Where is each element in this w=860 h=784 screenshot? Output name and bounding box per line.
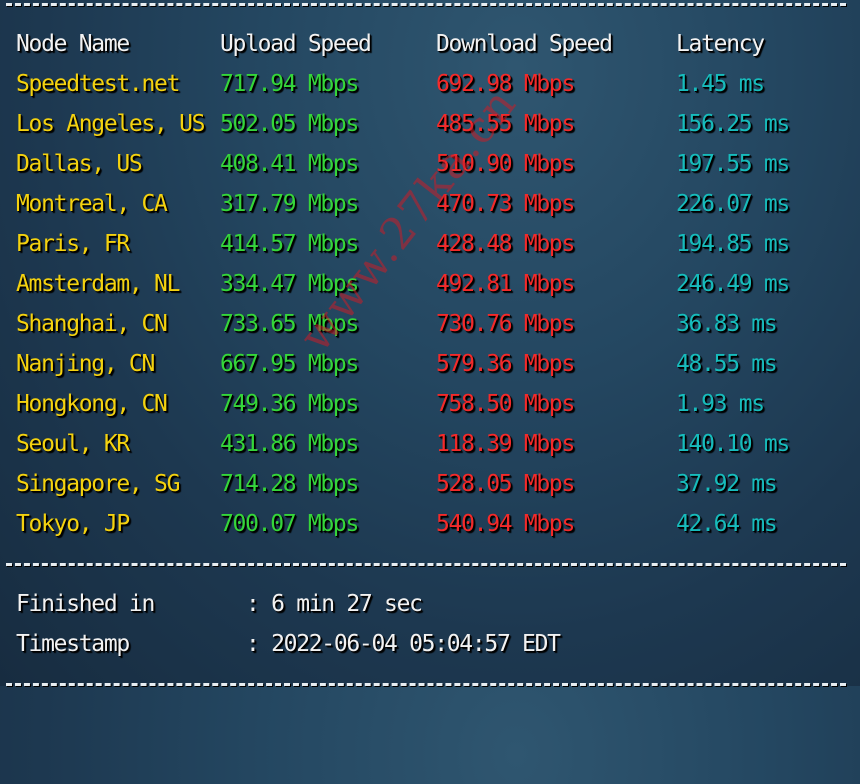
- upload-speed: 714.28 Mbps: [220, 471, 359, 497]
- latency: 42.64 ms: [676, 511, 778, 537]
- latency: 194.85 ms: [676, 231, 790, 257]
- node-name: Tokyo, JP: [16, 511, 130, 537]
- download-speed: 510.90 Mbps: [436, 151, 575, 177]
- timestamp-label: Timestamp: [16, 631, 130, 657]
- upload-speed: 717.94 Mbps: [220, 71, 359, 97]
- node-name: Hongkong, CN: [16, 391, 168, 417]
- download-speed: 118.39 Mbps: [436, 431, 575, 457]
- upload-speed: 408.41 Mbps: [220, 151, 359, 177]
- upload-speed: 733.65 Mbps: [220, 311, 359, 337]
- separator-top: [6, 3, 846, 6]
- node-name: Montreal, CA: [16, 191, 168, 217]
- download-speed: 730.76 Mbps: [436, 311, 575, 337]
- latency: 36.83 ms: [676, 311, 778, 337]
- separator-middle: [6, 563, 846, 566]
- finished-value: : 6 min 27 sec: [246, 591, 423, 617]
- upload-speed: 414.57 Mbps: [220, 231, 359, 257]
- download-speed: 470.73 Mbps: [436, 191, 575, 217]
- node-name: Nanjing, CN: [16, 351, 155, 377]
- latency: 140.10 ms: [676, 431, 790, 457]
- node-name: Seoul, KR: [16, 431, 130, 457]
- latency: 226.07 ms: [676, 191, 790, 217]
- upload-speed: 334.47 Mbps: [220, 271, 359, 297]
- node-name: Speedtest.net: [16, 71, 180, 97]
- terminal-output: Node Name Upload Speed Download Speed La…: [0, 0, 860, 686]
- latency: 1.45 ms: [676, 71, 765, 97]
- table-header: Node Name Upload Speed Download Speed La…: [0, 24, 765, 64]
- node-name: Dallas, US: [16, 151, 143, 177]
- download-speed: 758.50 Mbps: [436, 391, 575, 417]
- latency: 1.93 ms: [676, 391, 765, 417]
- upload-speed: 502.05 Mbps: [220, 111, 359, 137]
- latency: 197.55 ms: [676, 151, 790, 177]
- node-name: Shanghai, CN: [16, 311, 168, 337]
- header-node-name: Node Name: [16, 31, 130, 57]
- download-speed: 579.36 Mbps: [436, 351, 575, 377]
- finished-row: Finished in : 6 min 27 sec: [0, 584, 423, 624]
- latency: 156.25 ms: [676, 111, 790, 137]
- upload-speed: 667.95 Mbps: [220, 351, 359, 377]
- upload-speed: 749.36 Mbps: [220, 391, 359, 417]
- node-name: Singapore, SG: [16, 471, 180, 497]
- upload-speed: 317.79 Mbps: [220, 191, 359, 217]
- upload-speed: 431.86 Mbps: [220, 431, 359, 457]
- latency: 48.55 ms: [676, 351, 778, 377]
- download-speed: 428.48 Mbps: [436, 231, 575, 257]
- finished-label: Finished in: [16, 591, 155, 617]
- node-name: Amsterdam, NL: [16, 271, 180, 297]
- timestamp-value: : 2022-06-04 05:04:57 EDT: [246, 631, 561, 657]
- latency: 37.92 ms: [676, 471, 778, 497]
- timestamp-row: Timestamp : 2022-06-04 05:04:57 EDT: [0, 624, 561, 664]
- latency: 246.49 ms: [676, 271, 790, 297]
- header-download-speed: Download Speed: [436, 31, 613, 57]
- node-name: Paris, FR: [16, 231, 130, 257]
- header-latency: Latency: [676, 31, 765, 57]
- download-speed: 540.94 Mbps: [436, 511, 575, 537]
- upload-speed: 700.07 Mbps: [220, 511, 359, 537]
- node-name: Los Angeles, US: [16, 111, 206, 137]
- download-speed: 492.81 Mbps: [436, 271, 575, 297]
- download-speed: 485.55 Mbps: [436, 111, 575, 137]
- download-speed: 692.98 Mbps: [436, 71, 575, 97]
- download-speed: 528.05 Mbps: [436, 471, 575, 497]
- header-upload-speed: Upload Speed: [220, 31, 372, 57]
